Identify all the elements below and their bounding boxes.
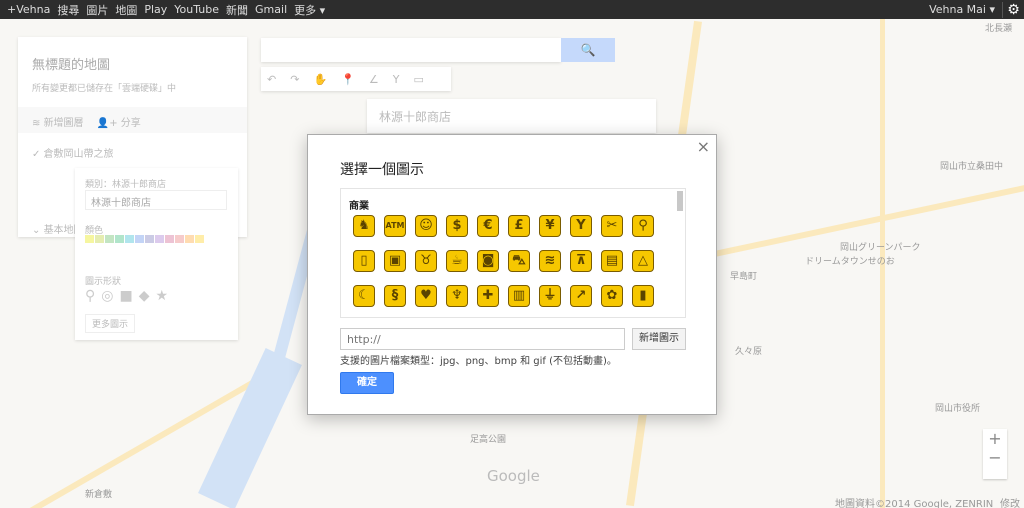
draw-line-icon[interactable]: ∠	[369, 73, 379, 86]
info-card-title: 林源十郎商店	[379, 110, 452, 124]
bottles-icon[interactable]: ▮	[632, 285, 654, 307]
heart-icon[interactable]: ♥	[415, 285, 437, 307]
plug-icon[interactable]: ⏚	[539, 285, 561, 307]
cow-icon[interactable]: ♉	[415, 250, 437, 272]
topbar-link[interactable]: YouTube	[174, 3, 219, 16]
close-icon[interactable]: ×	[697, 137, 710, 156]
share-label: 分享	[120, 118, 141, 129]
icon-url-input[interactable]	[340, 328, 625, 350]
add-layer-button[interactable]: ≋ 新增圖層	[32, 118, 84, 129]
shape-options[interactable]: ⚲◎■◆★	[85, 288, 174, 304]
ATM-icon[interactable]: ATM	[384, 215, 406, 237]
edit-link[interactable]: 修改	[1000, 495, 1020, 508]
baby-icon[interactable]: ☺	[415, 215, 437, 237]
topbar-link[interactable]: Gmail	[255, 3, 287, 16]
layer-name: 倉敷岡山帶之旅	[43, 149, 114, 160]
map-label: 久々原	[735, 347, 763, 357]
hanger-icon[interactable]: △	[632, 250, 654, 272]
map-toolbar: ↶ ↷ ✋ 📍 ∠ Y ▭	[261, 67, 451, 91]
label-input[interactable]: 林源十郎商店	[85, 190, 227, 210]
scissors-icon[interactable]: ✂	[601, 215, 623, 237]
map-title[interactable]: 無標題的地圖	[32, 54, 110, 73]
coffee-icon[interactable]: ☕	[446, 250, 468, 272]
layer-item[interactable]: ✓ 倉敷岡山帶之旅	[32, 145, 114, 160]
dollar-icon[interactable]: $	[446, 215, 468, 237]
car-wash-icon[interactable]: ≋	[539, 250, 561, 272]
briefcase-icon[interactable]: ▣	[384, 250, 406, 272]
tooth-icon[interactable]: ♆	[446, 285, 468, 307]
topbar-link[interactable]: 圖片	[86, 2, 108, 18]
choose-icon-dialog: × 選擇一個圖示 商業 ♞ ATM ☺ $ € £ ¥ Y ✂ ⚲ ▯ ▣ ♉ ☕ ◙ ⛍ ≋ ⊼ ▤ △ ☾ § ♥ ♆ ✚ ▥…	[307, 134, 717, 415]
yen-icon[interactable]: ¥	[539, 215, 561, 237]
add-layer-label: 新增圖層	[43, 118, 84, 129]
google-watermark: Google	[487, 467, 540, 485]
flower-icon[interactable]: ✿	[601, 285, 623, 307]
map-label: 足高公園	[470, 435, 507, 445]
topbar-link[interactable]: 新聞	[226, 2, 248, 18]
zoom-out-button[interactable]: −	[983, 448, 1007, 467]
topbar-link[interactable]: 地圖	[115, 2, 137, 18]
money-icon[interactable]: §	[384, 285, 406, 307]
undo-icon[interactable]: ↶	[267, 73, 276, 86]
supported-formats-text: 支援的圖片檔案類型：jpg、png、bmp 和 gif (不包括動畫)。	[340, 356, 617, 367]
ok-button[interactable]: 確定	[340, 372, 394, 394]
ruler-icon[interactable]: ▭	[413, 73, 423, 86]
directions-icon[interactable]: Y	[393, 73, 400, 86]
google-bar: +Vehna 搜尋 圖片 地圖 Play YouTube 新聞 Gmail 更多…	[0, 0, 1024, 19]
search-icon: 🔍	[580, 43, 596, 57]
car-lift-icon[interactable]: ⊼	[570, 250, 592, 272]
color-palette[interactable]	[85, 235, 215, 246]
search-input[interactable]	[261, 38, 561, 62]
map-label: 岡山市役所	[935, 404, 981, 414]
scrollbar[interactable]	[677, 191, 683, 211]
horse-icon[interactable]: ♞	[353, 215, 375, 237]
category-heading: 商業	[349, 201, 369, 212]
add-icon-button[interactable]: 新增圖示	[632, 328, 686, 350]
shape-label: 圖示形狀	[85, 277, 122, 287]
gear-icon[interactable]: ⚙	[1002, 1, 1024, 18]
dialog-title: 選擇一個圖示	[340, 162, 424, 178]
save-status: 所有變更都已儲存在「雲端硬碟」中	[32, 84, 177, 94]
topbar-link[interactable]: 搜尋	[57, 2, 79, 18]
map-label: ドリームタウンせのお	[805, 257, 895, 267]
map-label: 岡山グリーンパーク	[840, 243, 921, 253]
share-button[interactable]: 👤+ 分享	[97, 118, 141, 129]
hand-icon[interactable]: ✋	[313, 73, 327, 86]
camera-icon[interactable]: ◙	[477, 250, 499, 272]
topbar-link[interactable]: +Vehna	[7, 3, 50, 16]
moon-icon[interactable]: ☾	[353, 285, 375, 307]
map-label: 北長瀬	[985, 24, 1013, 34]
cycling-icon[interactable]: ⚲	[632, 215, 654, 237]
bed-icon[interactable]: ▥	[508, 285, 530, 307]
cocktail-icon[interactable]: Y	[570, 215, 592, 237]
chart-icon[interactable]: ↗	[570, 285, 592, 307]
more-icons-button[interactable]: 更多圖示	[85, 314, 136, 333]
map-attribution: 地圖資料©2014 Google, ZENRIN	[835, 499, 994, 508]
car-icon[interactable]: ⛍	[508, 250, 530, 272]
film-icon[interactable]: ▤	[601, 250, 623, 272]
marker-icon[interactable]: 📍	[341, 73, 355, 86]
topbar-link[interactable]: Play	[144, 3, 167, 16]
map-label: 新倉敷	[85, 490, 113, 500]
euro-icon[interactable]: €	[477, 215, 499, 237]
search-button[interactable]: 🔍	[561, 38, 615, 62]
map-label: 岡山市立桑田中	[940, 162, 1004, 172]
more-menu[interactable]: 更多 ▾	[294, 2, 325, 18]
icon-list: 商業 ♞ ATM ☺ $ € £ ¥ Y ✂ ⚲ ▯ ▣ ♉ ☕ ◙ ⛍ ≋ ⊼ ▤ △ ☾ § ♥ ♆ ✚ ▥ ⏚ ↗ ✿ ▮	[340, 188, 686, 318]
book-icon[interactable]: ▯	[353, 250, 375, 272]
category-label: 類別：林源十郎商店	[85, 180, 167, 190]
zoom-in-button[interactable]: +	[983, 429, 1007, 448]
map-label: 早島町	[730, 272, 758, 282]
user-menu[interactable]: Vehna Mai ▾	[929, 3, 995, 16]
info-card: 林源十郎商店	[367, 99, 656, 133]
redo-icon[interactable]: ↷	[290, 73, 299, 86]
first-aid-icon[interactable]: ✚	[477, 285, 499, 307]
pound-icon[interactable]: £	[508, 215, 530, 237]
style-popup: 類別：林源十郎商店 林源十郎商店 顏色 圖示形狀 ⚲◎■◆★ 更多圖示	[75, 168, 238, 340]
